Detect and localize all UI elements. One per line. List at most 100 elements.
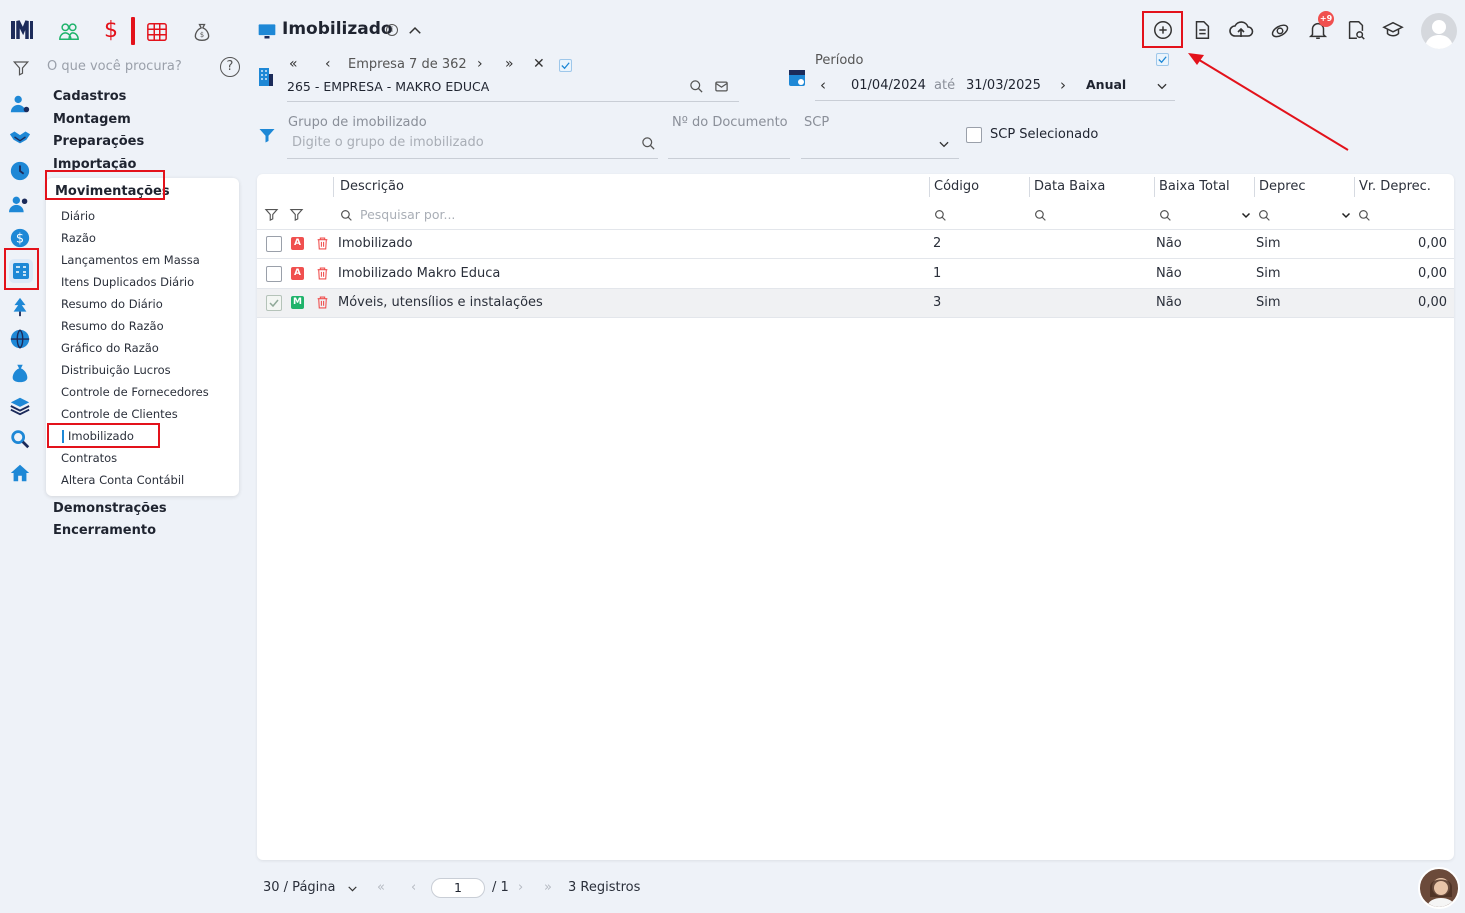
col-header-descricao[interactable]: Descrição bbox=[340, 179, 404, 194]
dollar-circle-icon[interactable]: $ bbox=[9, 227, 31, 249]
first-page-button[interactable]: « bbox=[377, 880, 385, 895]
sidebar-item-razao[interactable]: Razão bbox=[61, 231, 96, 245]
sidebar-item-lancamentos[interactable]: Lançamentos em Massa bbox=[61, 253, 200, 267]
satellite-icon[interactable] bbox=[1268, 19, 1292, 41]
scp-select[interactable] bbox=[801, 158, 959, 159]
money-bag-outline-icon[interactable]: $ bbox=[192, 21, 212, 43]
help-icon[interactable]: ? bbox=[220, 57, 240, 77]
info-icon[interactable]: i bbox=[386, 24, 398, 36]
baixa-total-search-icon[interactable] bbox=[1159, 209, 1172, 222]
sidebar-item-resumo-razao[interactable]: Resumo do Razão bbox=[61, 319, 164, 333]
document-icon[interactable] bbox=[1191, 19, 1213, 41]
date-to-field[interactable]: 31/03/2025 bbox=[966, 78, 1041, 93]
periodo-checkbox[interactable] bbox=[1156, 53, 1169, 66]
people-icon[interactable] bbox=[58, 20, 80, 42]
col-search-icon[interactable] bbox=[340, 209, 353, 222]
cloud-upload-icon[interactable] bbox=[1228, 18, 1254, 42]
money-bag-icon[interactable] bbox=[9, 362, 31, 384]
empresa-field[interactable]: 265 - EMPRESA - MAKRO EDUCA bbox=[287, 79, 489, 94]
per-page-chevron-down-icon[interactable] bbox=[346, 882, 359, 895]
col-header-codigo[interactable]: Código bbox=[934, 179, 979, 194]
scp-chevron-down-icon[interactable] bbox=[937, 137, 951, 151]
empresa-checkbox[interactable] bbox=[559, 59, 572, 72]
baixa-total-chevron-down-icon[interactable] bbox=[1240, 209, 1252, 221]
menu-cadastros[interactable]: Cadastros bbox=[53, 89, 126, 104]
table-row-selected[interactable]: M Móveis, utensílios e instalações 3 Não… bbox=[257, 289, 1454, 318]
page-input[interactable]: 1 bbox=[431, 878, 485, 898]
graduation-cap-icon[interactable] bbox=[1381, 19, 1405, 41]
sidebar-item-grafico-razao[interactable]: Gráfico do Razão bbox=[61, 341, 159, 355]
menu-montagem[interactable]: Montagem bbox=[53, 112, 131, 127]
handshake-icon[interactable] bbox=[9, 126, 31, 148]
chevron-down-icon[interactable] bbox=[1155, 79, 1169, 93]
col-header-deprec[interactable]: Deprec bbox=[1259, 179, 1305, 194]
sidebar-item-altera-conta[interactable]: Altera Conta Contábil bbox=[61, 473, 184, 487]
logo bbox=[10, 18, 34, 44]
avatar[interactable] bbox=[1421, 13, 1457, 49]
prev-page-button[interactable]: ‹ bbox=[411, 880, 416, 895]
col-header-baixa-total[interactable]: Baixa Total bbox=[1159, 179, 1230, 194]
clear-empresa-icon[interactable]: ✕ bbox=[533, 56, 545, 72]
trash-icon[interactable] bbox=[316, 236, 329, 251]
search-icon[interactable] bbox=[9, 428, 31, 450]
assistant-avatar[interactable] bbox=[1418, 867, 1460, 909]
sidebar-item-controle-fornecedores[interactable]: Controle de Fornecedores bbox=[61, 385, 209, 399]
next-period-button[interactable]: › bbox=[1060, 76, 1066, 94]
next-page-button[interactable]: › bbox=[518, 880, 523, 895]
sidebar-item-controle-clientes[interactable]: Controle de Clientes bbox=[61, 407, 178, 421]
menu-encerramento[interactable]: Encerramento bbox=[53, 523, 156, 538]
person-icon[interactable] bbox=[9, 93, 31, 115]
row-checkbox[interactable] bbox=[266, 236, 282, 252]
codigo-search-icon[interactable] bbox=[934, 209, 947, 222]
scp-selecionado-checkbox[interactable] bbox=[966, 127, 982, 143]
filter-icon[interactable] bbox=[264, 207, 279, 222]
grupo-search-icon[interactable] bbox=[641, 136, 656, 151]
sidebar-item-diario[interactable]: Diário bbox=[61, 209, 95, 223]
data-baixa-search-icon[interactable] bbox=[1034, 209, 1047, 222]
trash-icon[interactable] bbox=[316, 295, 329, 310]
sidebar-item-distribuicao-lucros[interactable]: Distribuição Lucros bbox=[61, 363, 171, 377]
menu-preparacoes[interactable]: Preparações bbox=[53, 134, 144, 149]
row-checkbox[interactable] bbox=[266, 266, 282, 282]
layers-icon[interactable] bbox=[9, 395, 31, 417]
prev-empresa-button[interactable]: ‹ bbox=[325, 56, 331, 72]
table-row[interactable]: A Imobilizado 2 Não Sim 0,00 bbox=[257, 230, 1454, 259]
col-header-data-baixa[interactable]: Data Baixa bbox=[1034, 179, 1105, 194]
empresa-search-icon[interactable] bbox=[689, 79, 704, 94]
search-document-icon[interactable] bbox=[1345, 19, 1367, 41]
filter-icon[interactable] bbox=[12, 59, 30, 77]
descricao-search-input[interactable]: Pesquisar por... bbox=[360, 207, 455, 222]
next-empresa-button[interactable]: › bbox=[477, 56, 483, 72]
mail-icon[interactable] bbox=[714, 79, 729, 94]
deprec-search-icon[interactable] bbox=[1258, 209, 1271, 222]
grupo-input[interactable]: Digite o grupo de imobilizado bbox=[292, 135, 484, 150]
filter-clear-icon[interactable] bbox=[289, 207, 304, 222]
deprec-chevron-down-icon[interactable] bbox=[1340, 209, 1352, 221]
date-from-field[interactable]: 01/04/2024 bbox=[851, 78, 926, 93]
prev-period-button[interactable]: ‹ bbox=[820, 76, 826, 94]
menu-demonstracoes[interactable]: Demonstrações bbox=[53, 501, 167, 516]
vr-deprec-search-icon[interactable] bbox=[1358, 209, 1371, 222]
chevron-up-icon[interactable] bbox=[406, 22, 424, 40]
sidebar-search-input[interactable]: O que você procura? bbox=[47, 59, 182, 74]
globe-icon[interactable] bbox=[9, 328, 31, 350]
last-empresa-button[interactable]: » bbox=[505, 56, 514, 72]
period-type-select[interactable]: Anual bbox=[1086, 77, 1126, 92]
home-icon[interactable] bbox=[9, 462, 31, 484]
users-icon[interactable] bbox=[9, 193, 31, 215]
clock-icon[interactable] bbox=[9, 160, 31, 182]
tree-icon[interactable] bbox=[9, 296, 31, 318]
doc-input[interactable] bbox=[668, 158, 790, 159]
sidebar-item-contratos[interactable]: Contratos bbox=[61, 451, 117, 465]
first-empresa-button[interactable]: « bbox=[289, 56, 298, 72]
table-row[interactable]: A Imobilizado Makro Educa 1 Não Sim 0,00 bbox=[257, 260, 1454, 289]
col-header-vr-deprec[interactable]: Vr. Deprec. bbox=[1359, 179, 1431, 194]
sidebar-item-itens-duplicados[interactable]: Itens Duplicados Diário bbox=[61, 275, 194, 289]
trash-icon[interactable] bbox=[316, 266, 329, 281]
row-checkbox-checked[interactable] bbox=[266, 295, 282, 311]
grid-table-icon[interactable] bbox=[146, 21, 168, 43]
last-page-button[interactable]: » bbox=[544, 880, 552, 895]
sidebar-item-resumo-diario[interactable]: Resumo do Diário bbox=[61, 297, 163, 311]
per-page-select[interactable]: 30 / Página bbox=[263, 880, 335, 895]
dollar-icon[interactable]: $ bbox=[104, 18, 122, 44]
